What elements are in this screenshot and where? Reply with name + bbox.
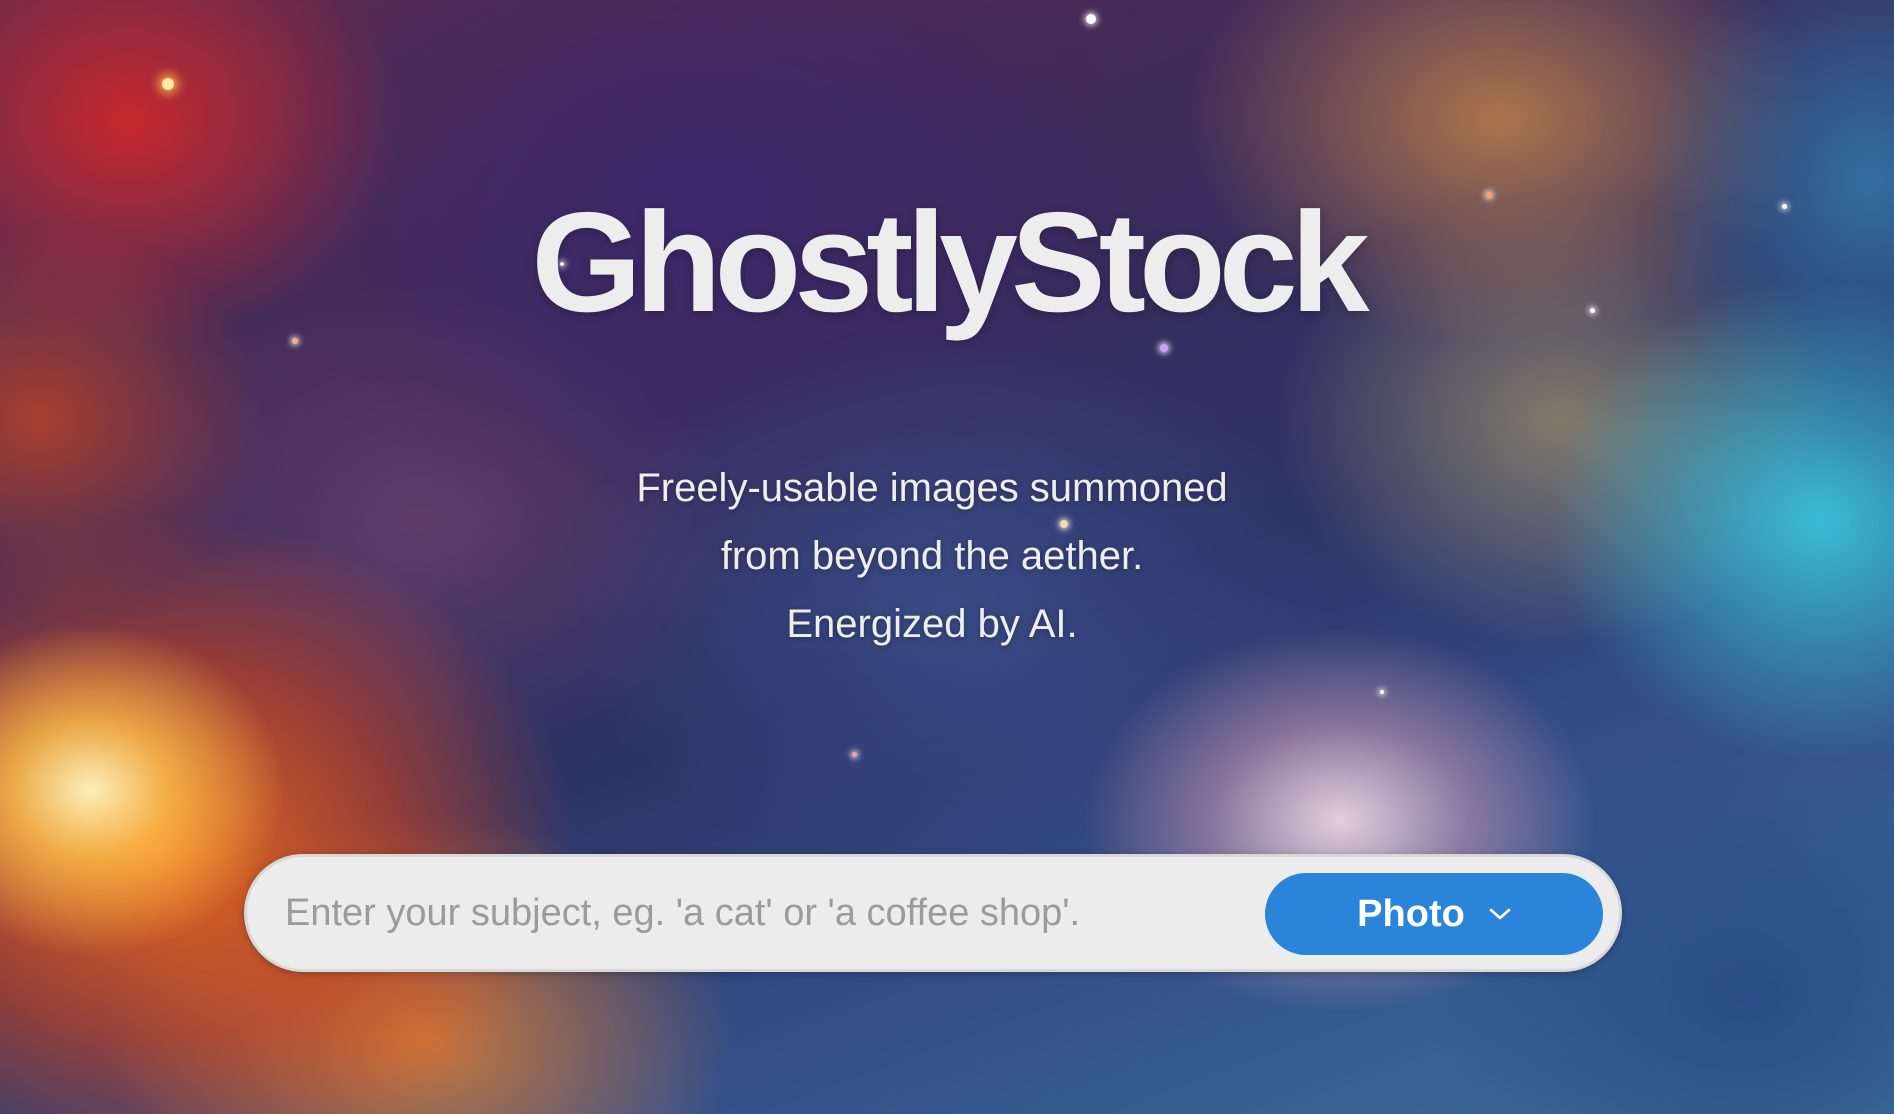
search-input[interactable]	[285, 877, 1245, 949]
tagline-line: Freely-usable images summoned	[636, 466, 1228, 510]
search-bar: Photo	[244, 854, 1622, 972]
chevron-down-icon	[1489, 908, 1511, 920]
media-type-dropdown[interactable]: Photo	[1265, 873, 1603, 955]
media-type-label: Photo	[1357, 892, 1465, 935]
hero-section: GhostlyStock Freely-usable images summon…	[0, 0, 1894, 1114]
tagline-line: Energized by AI.	[786, 602, 1078, 646]
site-title: GhostlyStock	[531, 183, 1369, 342]
tagline: Freely-usable images summoned from beyon…	[0, 454, 1864, 658]
tagline-line: from beyond the aether.	[720, 534, 1144, 578]
